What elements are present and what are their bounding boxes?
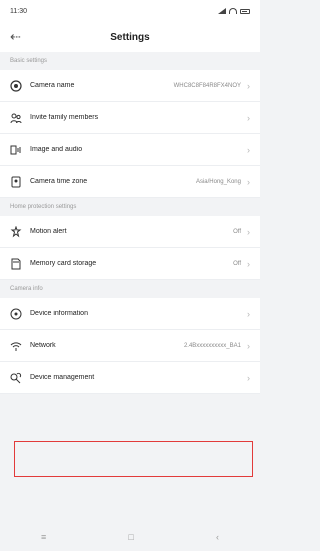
chevron-right-icon: › [247,308,250,319]
status-bar: 11:30 [0,0,260,22]
section-header: Camera info [0,280,260,298]
menu-icon[interactable]: ≡ [41,532,46,542]
chevron-right-icon: › [247,144,250,155]
list-filler [0,394,260,460]
row-label: Invite family members [30,114,99,121]
section-header: Basic settings [0,52,260,70]
row-value: WHC8C8F84R8FX4NOY [173,82,241,89]
row-label: Device management [30,374,95,381]
battery-icon [240,8,250,14]
row-device-management[interactable]: Device management › [0,362,260,394]
chevron-right-icon: › [247,80,250,91]
row-label: Device information [30,310,88,317]
nav-bar: ⇠ Settings [0,22,260,52]
row-invite-family[interactable]: Invite family members › [0,102,260,134]
home-icon[interactable]: □ [128,532,133,542]
row-value: 2.4Bxxxxxxxxxx_BA1 [183,342,241,349]
row-label: Image and audio [30,146,83,153]
signal-icon [218,8,226,14]
globe-icon [10,176,22,188]
row-network[interactable]: Network 2.4Bxxxxxxxxxx_BA1 › [0,330,260,362]
chevron-right-icon: › [247,176,250,187]
settings-list: Basic settings Camera name WHC8C8F84R8FX4N… [0,52,260,394]
row-device-info[interactable]: Device information › [0,298,260,330]
row-image-audio[interactable]: Image and audio › [0,134,260,166]
page-title: Settings [110,31,150,43]
chevron-right-icon: › [247,112,250,123]
status-icons [218,8,250,14]
wifi-icon [10,340,22,352]
info-icon [10,308,22,320]
row-label: Camera time zone [30,178,88,185]
row-value: Off [233,228,241,235]
row-label: Camera name [30,82,75,89]
row-label: Memory card storage [30,260,97,267]
chevron-right-icon: › [247,226,250,237]
people-icon [10,112,22,124]
wrench-icon [10,372,22,384]
row-camera-name[interactable]: Camera name WHC8C8F84R8FX4NOY › [0,70,260,102]
row-value: Asia/Hong_Kong [195,178,241,185]
chevron-right-icon: › [247,372,250,383]
row-memory-card[interactable]: Memory card storage Off › [0,248,260,280]
system-nav-bar: ≡ □ ‹ [0,523,260,551]
row-label: Network [30,342,56,349]
row-value: Off [233,260,241,267]
chevron-right-icon: › [247,340,250,351]
alert-icon [10,225,22,238]
chevron-right-icon: › [247,258,250,269]
memory-card-icon [10,258,22,270]
wifi-status-icon [229,8,237,14]
status-time: 11:30 [10,7,27,15]
row-motion-alert[interactable]: Motion alert Off › [0,216,260,248]
image-audio-icon [10,144,22,156]
row-label: Motion alert [30,228,67,235]
system-back-icon[interactable]: ‹ [216,532,219,542]
camera-icon [10,79,22,92]
section-header: Home protection settings [0,198,260,216]
row-time-zone[interactable]: Camera time zone Asia/Hong_Kong › [0,166,260,198]
back-icon[interactable]: ⇠ [10,30,21,44]
